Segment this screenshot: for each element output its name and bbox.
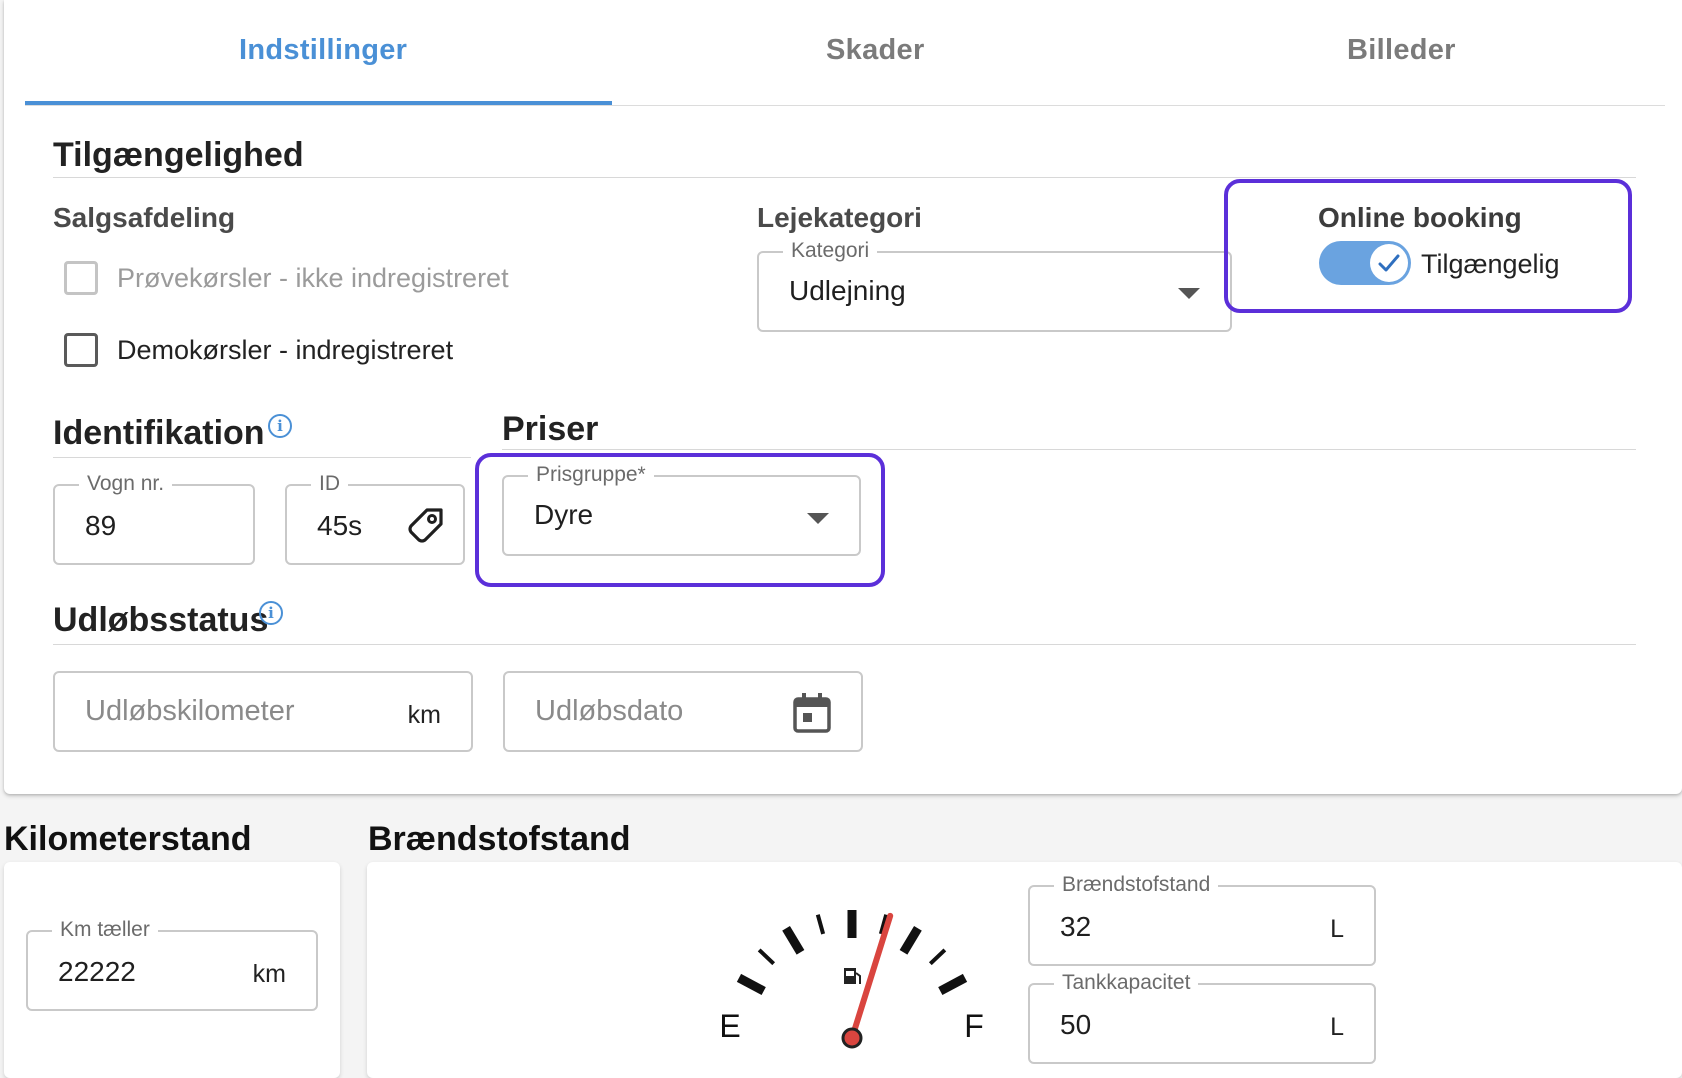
fuel-level-field[interactable]: Brændstofstand 32 L — [1028, 873, 1376, 966]
gauge-tick — [782, 925, 805, 955]
online-booking-label: Online booking — [1318, 202, 1522, 233]
fuel-level-label: Brændstofstand — [1054, 873, 1219, 897]
rental-category-label: Lejekategori — [757, 202, 922, 233]
toggle-knob — [1370, 244, 1408, 282]
gauge-tick — [736, 973, 766, 996]
demo-drive-registered-checkbox[interactable] — [64, 333, 98, 367]
id-field[interactable]: ID 45s — [285, 472, 465, 565]
expiry-title: Udløbsstatus — [53, 601, 269, 639]
rental-category-value: Udlejning — [789, 275, 906, 306]
sales-department-label: Salgsafdeling — [53, 202, 236, 233]
odometer-value: 22222 — [58, 956, 136, 987]
odometer-unit: km — [252, 960, 286, 988]
fuel-title: Brændstofstand — [368, 820, 631, 858]
availability-divider — [53, 177, 1636, 178]
fuel-level-value: 32 — [1060, 911, 1092, 942]
tank-capacity-field[interactable]: Tankkapacitet 50 L — [1028, 971, 1376, 1064]
gauge-pivot — [841, 1027, 863, 1049]
identification-divider — [53, 457, 471, 458]
expiry-info-icon[interactable]: i — [259, 601, 283, 625]
gauge-full-label: F — [964, 1008, 984, 1044]
odometer-title: Kilometerstand — [4, 820, 252, 858]
fuel-panel — [367, 862, 1682, 1078]
online-booking-toggle[interactable] — [1319, 241, 1411, 285]
online-booking-highlight — [1224, 179, 1632, 313]
expiry-km-unit: km — [407, 701, 441, 729]
chevron-down-icon — [807, 513, 829, 524]
test-drive-unregistered-label: Prøvekørsler - ikke indregistreret — [117, 263, 509, 293]
gauge-needle — [849, 912, 894, 1041]
calendar-icon[interactable] — [791, 691, 833, 735]
tab-skader[interactable]: Skader — [826, 34, 925, 67]
tab-indstillinger[interactable]: Indstillinger — [239, 34, 407, 67]
fuel-pump-icon — [844, 968, 861, 984]
rental-category-select[interactable]: Kategori Udlejning — [757, 239, 1232, 332]
gauge-tick — [899, 925, 922, 955]
gauge-tick — [815, 914, 826, 935]
tank-capacity-label: Tankkapacitet — [1054, 971, 1199, 995]
availability-title: Tilgængelighed — [53, 136, 304, 174]
tank-capacity-unit: L — [1330, 1013, 1344, 1041]
chevron-down-icon — [1178, 288, 1200, 299]
gauge-empty-label: E — [719, 1008, 740, 1044]
gauge-tick — [757, 948, 776, 966]
vogn-nr-field[interactable]: Vogn nr. 89 — [53, 472, 255, 565]
fuel-gauge: E F — [719, 910, 984, 1049]
prices-title: Priser — [502, 410, 599, 448]
id-label: ID — [311, 472, 348, 496]
online-booking-toggle-label: Tilgængelig — [1421, 249, 1560, 279]
expiry-date-placeholder: Udløbsdato — [535, 695, 684, 727]
id-value: 45s — [317, 510, 363, 541]
gauge-tick — [938, 973, 968, 996]
expiry-divider — [53, 644, 1636, 645]
check-icon — [1378, 254, 1400, 272]
expiry-km-input[interactable]: Udløbskilometer km — [53, 671, 473, 752]
tab-billeder[interactable]: Billeder — [1347, 34, 1456, 67]
identification-title: Identifikation — [53, 414, 265, 452]
tab-divider — [25, 105, 1665, 106]
expiry-date-input[interactable]: Udløbsdato — [503, 671, 863, 752]
tank-capacity-value: 50 — [1060, 1009, 1092, 1040]
fuel-level-unit: L — [1330, 915, 1344, 943]
price-group-value: Dyre — [534, 499, 594, 530]
identification-info-icon[interactable]: i — [268, 414, 292, 438]
vogn-nr-value: 89 — [85, 510, 117, 541]
price-group-select[interactable]: Prisgruppe* Dyre — [502, 463, 861, 556]
expiry-km-placeholder: Udløbskilometer — [85, 695, 295, 727]
prices-divider — [502, 449, 1636, 450]
tag-icon[interactable] — [405, 504, 447, 546]
odometer-field-label: Km tæller — [52, 918, 158, 942]
vogn-nr-label: Vogn nr. — [79, 472, 173, 496]
rental-category-field-label: Kategori — [783, 239, 878, 263]
test-drive-unregistered-checkbox[interactable] — [64, 261, 98, 295]
gauge-tick — [928, 948, 947, 966]
price-group-label: Prisgruppe* — [528, 463, 654, 487]
demo-drive-registered-label: Demokørsler - indregistreret — [117, 335, 454, 365]
odometer-field[interactable]: Km tæller 22222 km — [26, 918, 318, 1011]
